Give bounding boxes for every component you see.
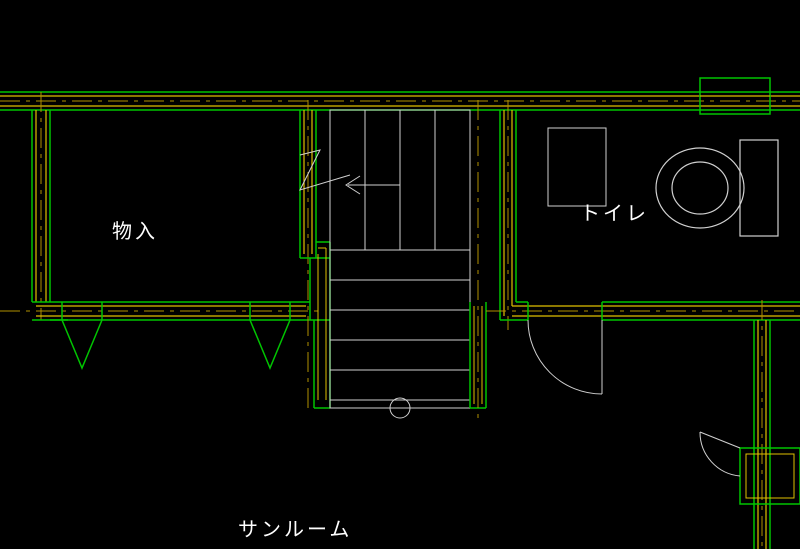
fixture-toilet-shelf (548, 128, 606, 206)
wall-storage-right (300, 100, 330, 410)
floor-plan-canvas[interactable]: 物入 トイレ サンルーム (0, 0, 800, 549)
wall-left-stub (32, 92, 50, 320)
wall-storage-bottom (0, 302, 320, 320)
outer-wall-top (0, 92, 800, 110)
wall-right-window (700, 78, 800, 549)
wall-stair-right-post (470, 100, 486, 420)
door-symbol-storage-left (62, 302, 102, 368)
label-sunroom: サンルーム (238, 519, 352, 541)
door-toilet (528, 320, 602, 394)
fixture-toilet (656, 140, 778, 236)
label-toilet: トイレ (580, 203, 649, 225)
door-symbol-storage-right (250, 302, 290, 368)
label-storage: 物入 (112, 220, 158, 243)
